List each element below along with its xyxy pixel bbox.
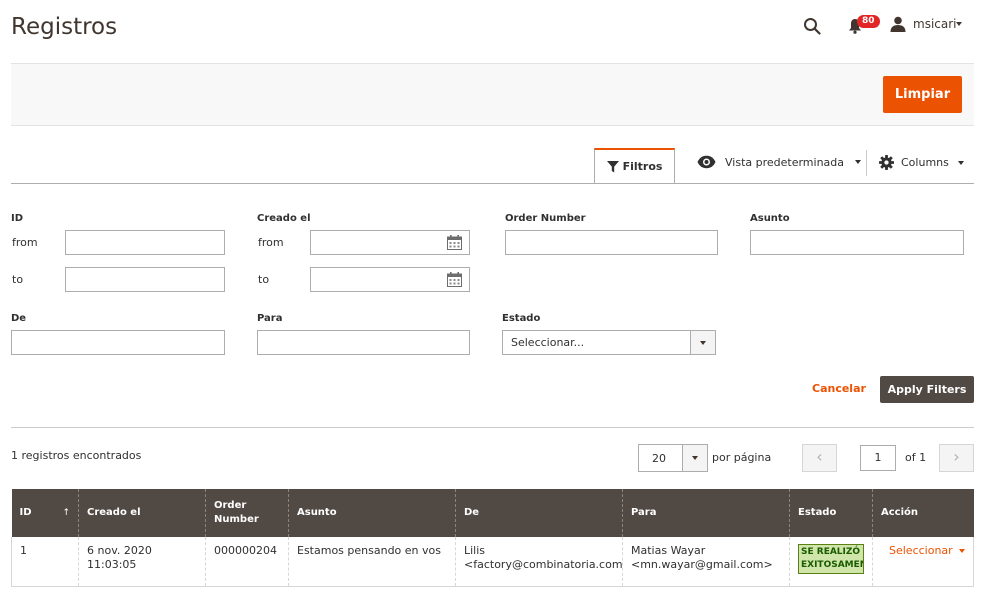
filter-para-input[interactable]: [257, 330, 470, 355]
filter-created-label: Creado el: [257, 213, 311, 224]
eye-icon: [697, 155, 716, 169]
column-header-order-number[interactable]: Order Number: [205, 489, 289, 537]
tabs-divider: [11, 183, 974, 184]
user-icon[interactable]: [890, 16, 906, 32]
filter-id-label: ID: [11, 213, 24, 224]
filter-estado-value: Seleccionar...: [511, 336, 585, 349]
column-header-subject[interactable]: Asunto: [288, 489, 456, 537]
filter-order-number-input[interactable]: [505, 230, 718, 255]
columns-label: Columns: [901, 156, 949, 169]
columns-button[interactable]: Columns: [879, 155, 964, 170]
view-switcher-label: Vista predeterminada: [725, 155, 845, 169]
table-header-row: ID ↑ Creado el Order Number Asunto De Par…: [11, 489, 974, 537]
filter-estado-label: Estado: [502, 313, 541, 324]
calendar-icon[interactable]: [447, 235, 462, 250]
filter-de-label: De: [11, 313, 27, 324]
cell-created: 6 nov. 2020 11:03:05: [78, 537, 206, 587]
status-badge: SE REALIZÓ EXITOSAMENTE: [798, 544, 864, 574]
row-action-select[interactable]: Seleccionar: [881, 544, 965, 558]
page-actions-bar: Limpiar: [11, 63, 974, 126]
per-page-label: por página: [712, 451, 772, 464]
cell-de-email: <factory@combinatoria.com: [464, 558, 623, 571]
next-page-button[interactable]: ›: [939, 444, 974, 472]
apply-filters-button[interactable]: Apply Filters: [880, 376, 974, 403]
column-header-created[interactable]: Creado el: [78, 489, 206, 537]
filter-estado-select[interactable]: Seleccionar...: [502, 330, 716, 355]
sort-ascending-icon: ↑: [62, 508, 70, 518]
filter-de-input[interactable]: [11, 330, 225, 355]
cell-para-email: <mn.wayar@gmail.com>: [631, 558, 773, 571]
tab-filters-label: Filtros: [622, 160, 663, 173]
column-header-para[interactable]: Para: [622, 489, 790, 537]
cell-subject: Estamos pensando en vos: [288, 537, 456, 587]
filter-created-from-label: from: [258, 236, 284, 249]
filter-id-from-input[interactable]: [65, 230, 225, 255]
chevron-down-icon: [957, 160, 964, 165]
cell-id: 1: [11, 537, 79, 587]
column-header-de[interactable]: De: [455, 489, 623, 537]
filter-created-to-input[interactable]: [310, 267, 470, 292]
gear-icon: [879, 155, 894, 170]
cell-para: Matias Wayar <mn.wayar@gmail.com>: [622, 537, 790, 587]
cell-de: Lilis <factory@combinatoria.com: [455, 537, 623, 587]
user-menu-caret-icon[interactable]: [956, 22, 962, 26]
section-divider: [11, 427, 974, 428]
filter-id-to-input[interactable]: [65, 267, 225, 292]
cell-estado: SE REALIZÓ EXITOSAMENTE: [789, 537, 873, 587]
column-header-id[interactable]: ID ↑: [11, 489, 79, 537]
filter-order-number-label: Order Number: [505, 213, 586, 224]
chevron-down-icon[interactable]: [682, 445, 707, 471]
notification-count-badge[interactable]: 80: [857, 15, 880, 28]
page-count: of 1: [905, 451, 927, 464]
page-title: Registros: [11, 14, 118, 40]
tab-filters[interactable]: Filtros: [594, 148, 675, 183]
table-row[interactable]: 1 6 nov. 2020 11:03:05 000000204 Estamos…: [11, 537, 974, 587]
search-icon[interactable]: [803, 17, 821, 35]
clear-button[interactable]: Limpiar: [883, 76, 962, 113]
view-switcher[interactable]: Vista predeterminada: [697, 155, 862, 169]
user-menu-name[interactable]: msicari: [913, 17, 957, 31]
filter-id-to-label: to: [12, 273, 24, 286]
per-page-select[interactable]: 20: [638, 444, 708, 472]
filter-para-label: Para: [257, 313, 283, 324]
toolbar-divider: [866, 150, 867, 176]
chevron-down-icon: [855, 160, 862, 164]
cell-accion: Seleccionar: [872, 537, 974, 587]
column-header-accion: Acción: [872, 489, 974, 537]
filter-subject-label: Asunto: [750, 213, 790, 224]
filter-created-to-label: to: [258, 273, 270, 286]
filter-id-from-label: from: [12, 236, 38, 249]
column-header-estado[interactable]: Estado: [789, 489, 873, 537]
chevron-down-icon[interactable]: [690, 331, 715, 354]
cell-para-name: Matias Wayar: [631, 544, 706, 557]
calendar-icon[interactable]: [447, 272, 462, 287]
records-found: 1 registros encontrados: [11, 449, 142, 462]
per-page-value: 20: [652, 452, 666, 465]
cancel-filters-link[interactable]: Cancelar: [812, 382, 866, 395]
filter-created-from-input[interactable]: [310, 230, 470, 255]
records-table: ID ↑ Creado el Order Number Asunto De Par…: [11, 489, 974, 587]
cell-de-name: Lilis: [464, 544, 486, 557]
filter-subject-input[interactable]: [750, 230, 964, 255]
previous-page-button[interactable]: ‹: [802, 444, 837, 472]
cell-order-number: 000000204: [205, 537, 289, 587]
current-page-input[interactable]: 1: [860, 445, 896, 471]
chevron-down-icon: [958, 549, 965, 553]
filter-icon: [606, 160, 619, 172]
